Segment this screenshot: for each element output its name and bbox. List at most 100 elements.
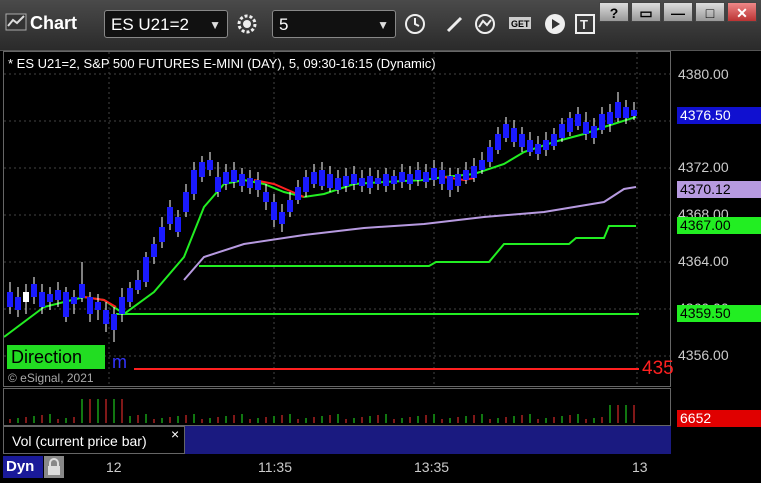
candle-body [631,110,637,116]
candle-body [623,107,629,118]
close-button[interactable]: ✕ [727,2,757,22]
candle-body [319,170,325,186]
candle-body [575,114,581,126]
help-button[interactable]: ? [599,2,629,22]
candle-body [303,177,309,192]
study-tab-bar [185,426,671,454]
candle-body [311,172,317,184]
candle-body [431,168,437,180]
study-icon[interactable] [472,10,502,38]
candle-body [119,297,125,314]
volume-label: Vol (current price bar) [12,433,147,449]
settings-gear-icon[interactable] [232,10,262,38]
candle-body [527,140,533,152]
candle-body [191,170,197,194]
price-chart-panel[interactable] [3,51,671,387]
dynamic-button[interactable]: Dyn [3,456,43,478]
clock-icon[interactable] [400,10,430,38]
candle-body [207,160,213,170]
candle-body [215,177,221,192]
candle-body [167,207,173,224]
candle-body [351,174,357,184]
grid [4,52,670,386]
restore-button[interactable]: ▭ [631,2,661,22]
volume-study-tab[interactable]: Vol (current price bar) [3,426,185,454]
candle-body [271,202,277,220]
pencil-icon[interactable] [440,10,470,38]
window-controls: ? ▭ — □ ✕ [599,2,757,22]
candle-body [255,180,261,190]
direction-suffix: m [112,352,127,372]
candle-body [263,192,269,202]
candle-body [399,172,405,182]
svg-text:GET: GET [511,19,530,29]
candle-body [23,292,29,302]
candle-body [519,134,525,147]
interval-dropdown[interactable]: 5 ▼ [272,10,396,38]
candle-body [79,284,85,298]
candle-body [239,174,245,186]
candle-body [591,126,597,138]
y-tick-label: 4364.00 [678,253,729,269]
candle-body [7,292,13,307]
candle-body [39,292,45,307]
candle-body [295,187,301,200]
volume-chart [9,399,635,423]
candle-body [111,314,117,330]
text-tool-icon[interactable]: T [570,10,600,38]
get-icon[interactable]: GET [506,10,536,38]
minimize-button[interactable]: — [663,2,693,22]
candle-body [479,160,485,170]
candle-body [63,292,69,317]
chevron-down-icon: ▼ [377,18,389,32]
candle-body [87,297,93,314]
candle-body [383,174,389,186]
candle-body [103,310,109,324]
x-tick-label: 12 [106,459,122,475]
candle-body [503,124,509,138]
candle-body [535,144,541,154]
candle-body [471,166,477,178]
candle-body [447,176,453,190]
candle-body [343,176,349,186]
candle-body [559,124,565,138]
candle-body [439,170,445,184]
candle-body [487,147,493,162]
volume-panel[interactable] [3,388,671,426]
chart-app-icon [5,13,27,31]
app-title: Chart [30,13,78,33]
maximize-button[interactable]: □ [695,2,725,22]
candle-body [327,174,333,188]
candle-body [223,172,229,184]
title-bar: Chart ES U21=2 ▼ 5 ▼ GET T ? ▭ — □ ✕ [0,0,761,51]
candle-body [407,174,413,184]
candle-body [47,294,53,302]
candle-body [183,192,189,212]
volume-tag: 6652 [677,410,761,427]
candle-body [71,297,77,304]
chevron-down-icon: ▼ [209,18,221,32]
candle-body [455,174,461,186]
x-tick-label: 13 [632,459,648,475]
candle-body [135,280,141,290]
lock-icon[interactable] [44,456,64,478]
step-level-line [199,225,636,267]
play-icon[interactable] [540,10,570,38]
volume-close-icon[interactable]: × [171,426,179,442]
y-tick-label: 4372.00 [678,159,729,175]
candle-body [543,140,549,150]
last-price-tag: 4376.50 [677,107,761,124]
direction-indicator: Direction [7,345,105,369]
vwap-price-tag: 4370.12 [677,181,761,198]
candle-body [567,118,573,132]
candle-body [463,170,469,180]
svg-text:T: T [580,17,588,32]
candle-body [151,244,157,257]
candle-body [55,290,61,300]
candle-body [95,302,101,310]
price-chart [4,52,670,386]
x-tick-label: 11:35 [258,459,292,475]
chart-header-text: * ES U21=2, S&P 500 FUTURES E-MINI (DAY)… [8,56,436,71]
symbol-dropdown[interactable]: ES U21=2 ▼ [104,10,228,38]
x-tick-label: 13:35 [414,459,450,475]
